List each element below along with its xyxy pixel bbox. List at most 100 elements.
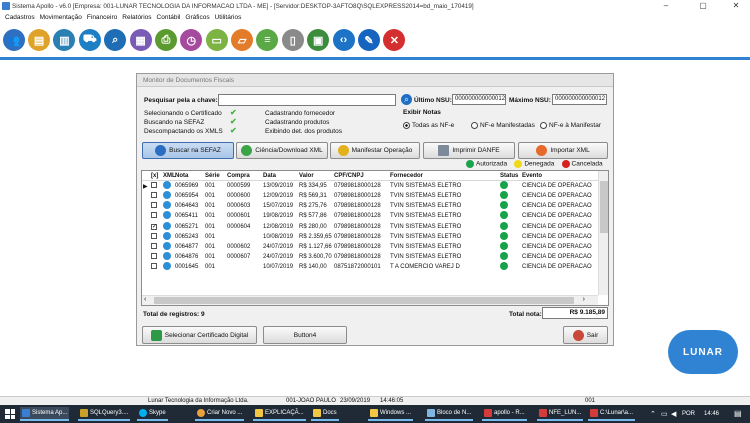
task-apollo-r[interactable]: apollo - R... <box>482 407 527 421</box>
table-row[interactable]: 0064877 001 0000602 24/07/2019 R$ 1.127,66 07… <box>142 242 598 252</box>
imprimir-danfe-button[interactable]: Imprimir DANFE <box>423 142 515 159</box>
scroll-right-icon[interactable]: › <box>583 296 585 303</box>
row-checkbox[interactable] <box>150 191 162 201</box>
radio-manifestadas[interactable]: NF-e Manifestadas <box>471 122 535 129</box>
table-row[interactable]: 0001645 001 10/07/2019 R$ 140,00 08751872000… <box>142 262 598 272</box>
menu-contabil[interactable]: Contábil <box>157 14 181 21</box>
folder-icon[interactable]: ▭ <box>205 29 228 51</box>
table-row[interactable]: 0064643 001 0000603 15/07/2019 R$ 275,76 0798… <box>142 201 598 211</box>
selecionar-certificado-button[interactable]: Selecionar Certificado Digital <box>142 326 257 344</box>
task-sqlquery[interactable]: SQLQuery3.... <box>78 407 131 421</box>
xml-icon[interactable] <box>162 181 174 192</box>
xml-icon[interactable] <box>162 191 174 201</box>
close-icon[interactable]: ✕ <box>383 29 406 51</box>
task-sistema-apollo[interactable]: Sistema Ap... <box>20 407 70 421</box>
ultimo-nsu-field[interactable]: 000000000000012 <box>452 94 506 105</box>
taskbar-clock[interactable]: 14:46 <box>704 411 719 417</box>
printer-icon[interactable]: ⎙ <box>154 29 177 51</box>
search-key-input[interactable] <box>218 94 396 106</box>
cash-register-icon[interactable]: ▤ <box>28 29 51 51</box>
folder-open-icon[interactable]: ▱ <box>231 29 254 51</box>
row-checkbox[interactable] <box>150 242 162 252</box>
products-icon[interactable]: ▥ <box>53 29 76 51</box>
task-docs[interactable]: Docs <box>311 407 339 421</box>
col-header[interactable]: Nota <box>174 171 204 181</box>
settings-icon[interactable]: ✎ <box>357 29 380 51</box>
sair-button[interactable]: Sair <box>563 326 608 344</box>
row-checkbox[interactable] <box>150 211 162 221</box>
table-row[interactable]: 0065243 001 10/08/2019 R$ 2.359,65 079898180… <box>142 231 598 242</box>
database-icon[interactable]: ≡ <box>256 29 279 51</box>
buscar-sefaz-button[interactable]: Buscar na SEFAZ <box>142 142 234 159</box>
task-nfe-lun[interactable]: NFE_LUN... <box>537 407 584 421</box>
code-icon[interactable]: ‹› <box>332 29 355 51</box>
ciencia-download-button[interactable]: Ciência/Download XML <box>236 142 328 159</box>
xml-icon[interactable] <box>162 242 174 252</box>
clock-icon[interactable]: ◷ <box>180 29 203 51</box>
window-close-button[interactable]: ✕ <box>722 0 750 12</box>
radio-todas[interactable]: Todas as NF-e <box>403 122 454 129</box>
col-header[interactable]: [x] <box>150 171 162 181</box>
menu-utilitarios[interactable]: Utilitários <box>215 14 242 21</box>
xml-icon[interactable] <box>162 221 174 232</box>
grid-vertical-scrollbar[interactable] <box>598 171 608 295</box>
task-explicacao[interactable]: EXPLICAÇÃ... <box>253 407 306 421</box>
network-icon[interactable]: ▭ <box>661 410 668 418</box>
button4[interactable]: Button4 <box>263 326 347 344</box>
xml-icon[interactable] <box>162 252 174 262</box>
row-checkbox[interactable] <box>150 262 162 272</box>
minimize-button[interactable]: – <box>652 0 680 12</box>
task-windows[interactable]: Windows ... <box>368 407 414 421</box>
table-row[interactable]: 0064876 001 0000607 24/07/2019 R$ 3.600,70 07… <box>142 252 598 262</box>
language-indicator[interactable]: POR <box>682 411 695 417</box>
maximo-nsu-field[interactable]: 000000000000012 <box>552 94 607 105</box>
menu-movimentacao[interactable]: Movimentação <box>40 14 82 21</box>
scroll-thumb[interactable] <box>154 297 574 304</box>
table-row[interactable]: ▶ 0065969 001 0000599 13/09/2019 R$ 334,95 079… <box>142 181 598 192</box>
cart-icon[interactable]: ⛟ <box>78 29 101 51</box>
task-bloco-notas[interactable]: Bloco de N... <box>425 407 474 421</box>
windows-start-icon[interactable] <box>5 409 15 419</box>
task-skype[interactable]: Skype <box>137 407 168 421</box>
row-checkbox[interactable] <box>150 201 162 211</box>
menu-relatorios[interactable]: Relatórios <box>122 14 151 21</box>
search-icon[interactable]: ⌕ <box>104 29 127 51</box>
col-header[interactable]: CPF/CNPJ <box>333 171 389 181</box>
users-icon[interactable]: 👥 <box>2 29 25 51</box>
col-header[interactable]: Compra <box>226 171 262 181</box>
search-icon[interactable]: ⌕ <box>401 94 412 105</box>
menu-financeiro[interactable]: Financeiro <box>87 14 117 21</box>
maximize-button[interactable]: ▢ <box>689 0 717 12</box>
row-checkbox[interactable] <box>150 252 162 262</box>
col-header[interactable]: Status <box>499 171 521 181</box>
scroll-thumb[interactable] <box>600 181 608 233</box>
tray-chevron-icon[interactable]: ⌃ <box>650 410 656 418</box>
scroll-left-icon[interactable]: ‹ <box>144 296 146 303</box>
col-header[interactable]: Valor <box>298 171 333 181</box>
calculator-icon[interactable]: ▣ <box>307 29 330 51</box>
row-checkbox[interactable] <box>150 181 162 192</box>
table-row[interactable]: ✓ 0065271 001 0000604 12/08/2019 R$ 280,00 079… <box>142 221 598 232</box>
menu-cadastros[interactable]: Cadastros <box>5 14 35 21</box>
xml-icon[interactable] <box>162 211 174 221</box>
documents-grid[interactable]: [x] XML Nota Série Compra Data Valor CPF… <box>141 170 609 306</box>
table-row[interactable]: 0065954 001 0000600 12/09/2019 R$ 569,31 0798… <box>142 191 598 201</box>
col-header[interactable]: Data <box>262 171 298 181</box>
col-header[interactable]: Fornecedor <box>389 171 499 181</box>
radio-a-manifestar[interactable]: NF-e à Manifestar <box>540 122 601 129</box>
grid-horizontal-scrollbar[interactable]: ‹ › <box>142 295 598 305</box>
document-icon[interactable]: ▯ <box>281 29 304 51</box>
xml-icon[interactable] <box>162 262 174 272</box>
xml-icon[interactable] <box>162 201 174 211</box>
row-checkbox[interactable] <box>150 232 162 242</box>
task-chrome[interactable]: Criar Novo ... <box>195 407 245 421</box>
manifestar-operacao-button[interactable]: Manifestar Operação <box>330 142 420 159</box>
menu-graficos[interactable]: Gráficos <box>185 14 209 21</box>
col-header[interactable]: XML <box>162 171 176 181</box>
importar-xml-button[interactable]: Importar XML <box>518 142 608 159</box>
notification-icon[interactable]: ▤ <box>734 409 742 418</box>
col-header[interactable]: Evento <box>521 171 598 181</box>
table-row[interactable]: 0065411 001 0000601 19/08/2019 R$ 577,86 0798… <box>142 211 598 221</box>
row-checkbox[interactable]: ✓ <box>150 222 162 232</box>
task-cmd[interactable]: C:\Lunar\a... <box>588 407 636 421</box>
